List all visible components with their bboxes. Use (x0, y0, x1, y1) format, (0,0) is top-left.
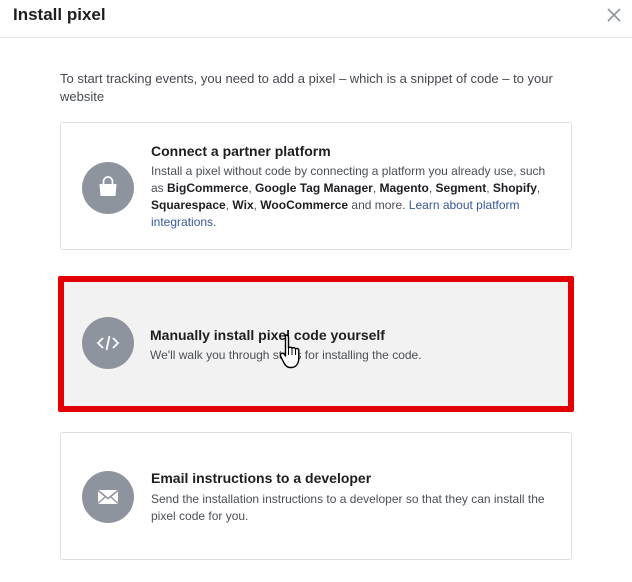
close-button[interactable] (603, 4, 625, 26)
option-title: Connect a partner platform (151, 143, 331, 159)
hand-cursor-icon (279, 334, 300, 369)
option-description: Send the installation instructions to a … (151, 492, 545, 523)
install-pixel-dialog: Install pixel To start tracking events, … (0, 0, 632, 582)
dialog-title: Install pixel (13, 5, 106, 24)
option-connect-partner[interactable]: Connect a partner platform Install a pix… (60, 122, 572, 250)
option-description: Install a pixel without code by connecti… (151, 164, 546, 229)
option-manual-install[interactable]: Manually install pixel code yourself We'… (58, 276, 574, 412)
option-description: We'll walk you through steps for install… (150, 348, 422, 362)
option-email-developer[interactable]: Email instructions to a developer Send t… (60, 432, 572, 560)
envelope-icon (82, 471, 134, 523)
option-title: Manually install pixel code yourself (150, 327, 385, 343)
close-icon (607, 8, 621, 22)
shopping-bag-icon (82, 162, 134, 214)
dialog-header: Install pixel (0, 0, 632, 38)
option-title: Email instructions to a developer (151, 470, 372, 486)
intro-text: To start tracking events, you need to ad… (60, 71, 553, 104)
code-icon (82, 317, 134, 369)
